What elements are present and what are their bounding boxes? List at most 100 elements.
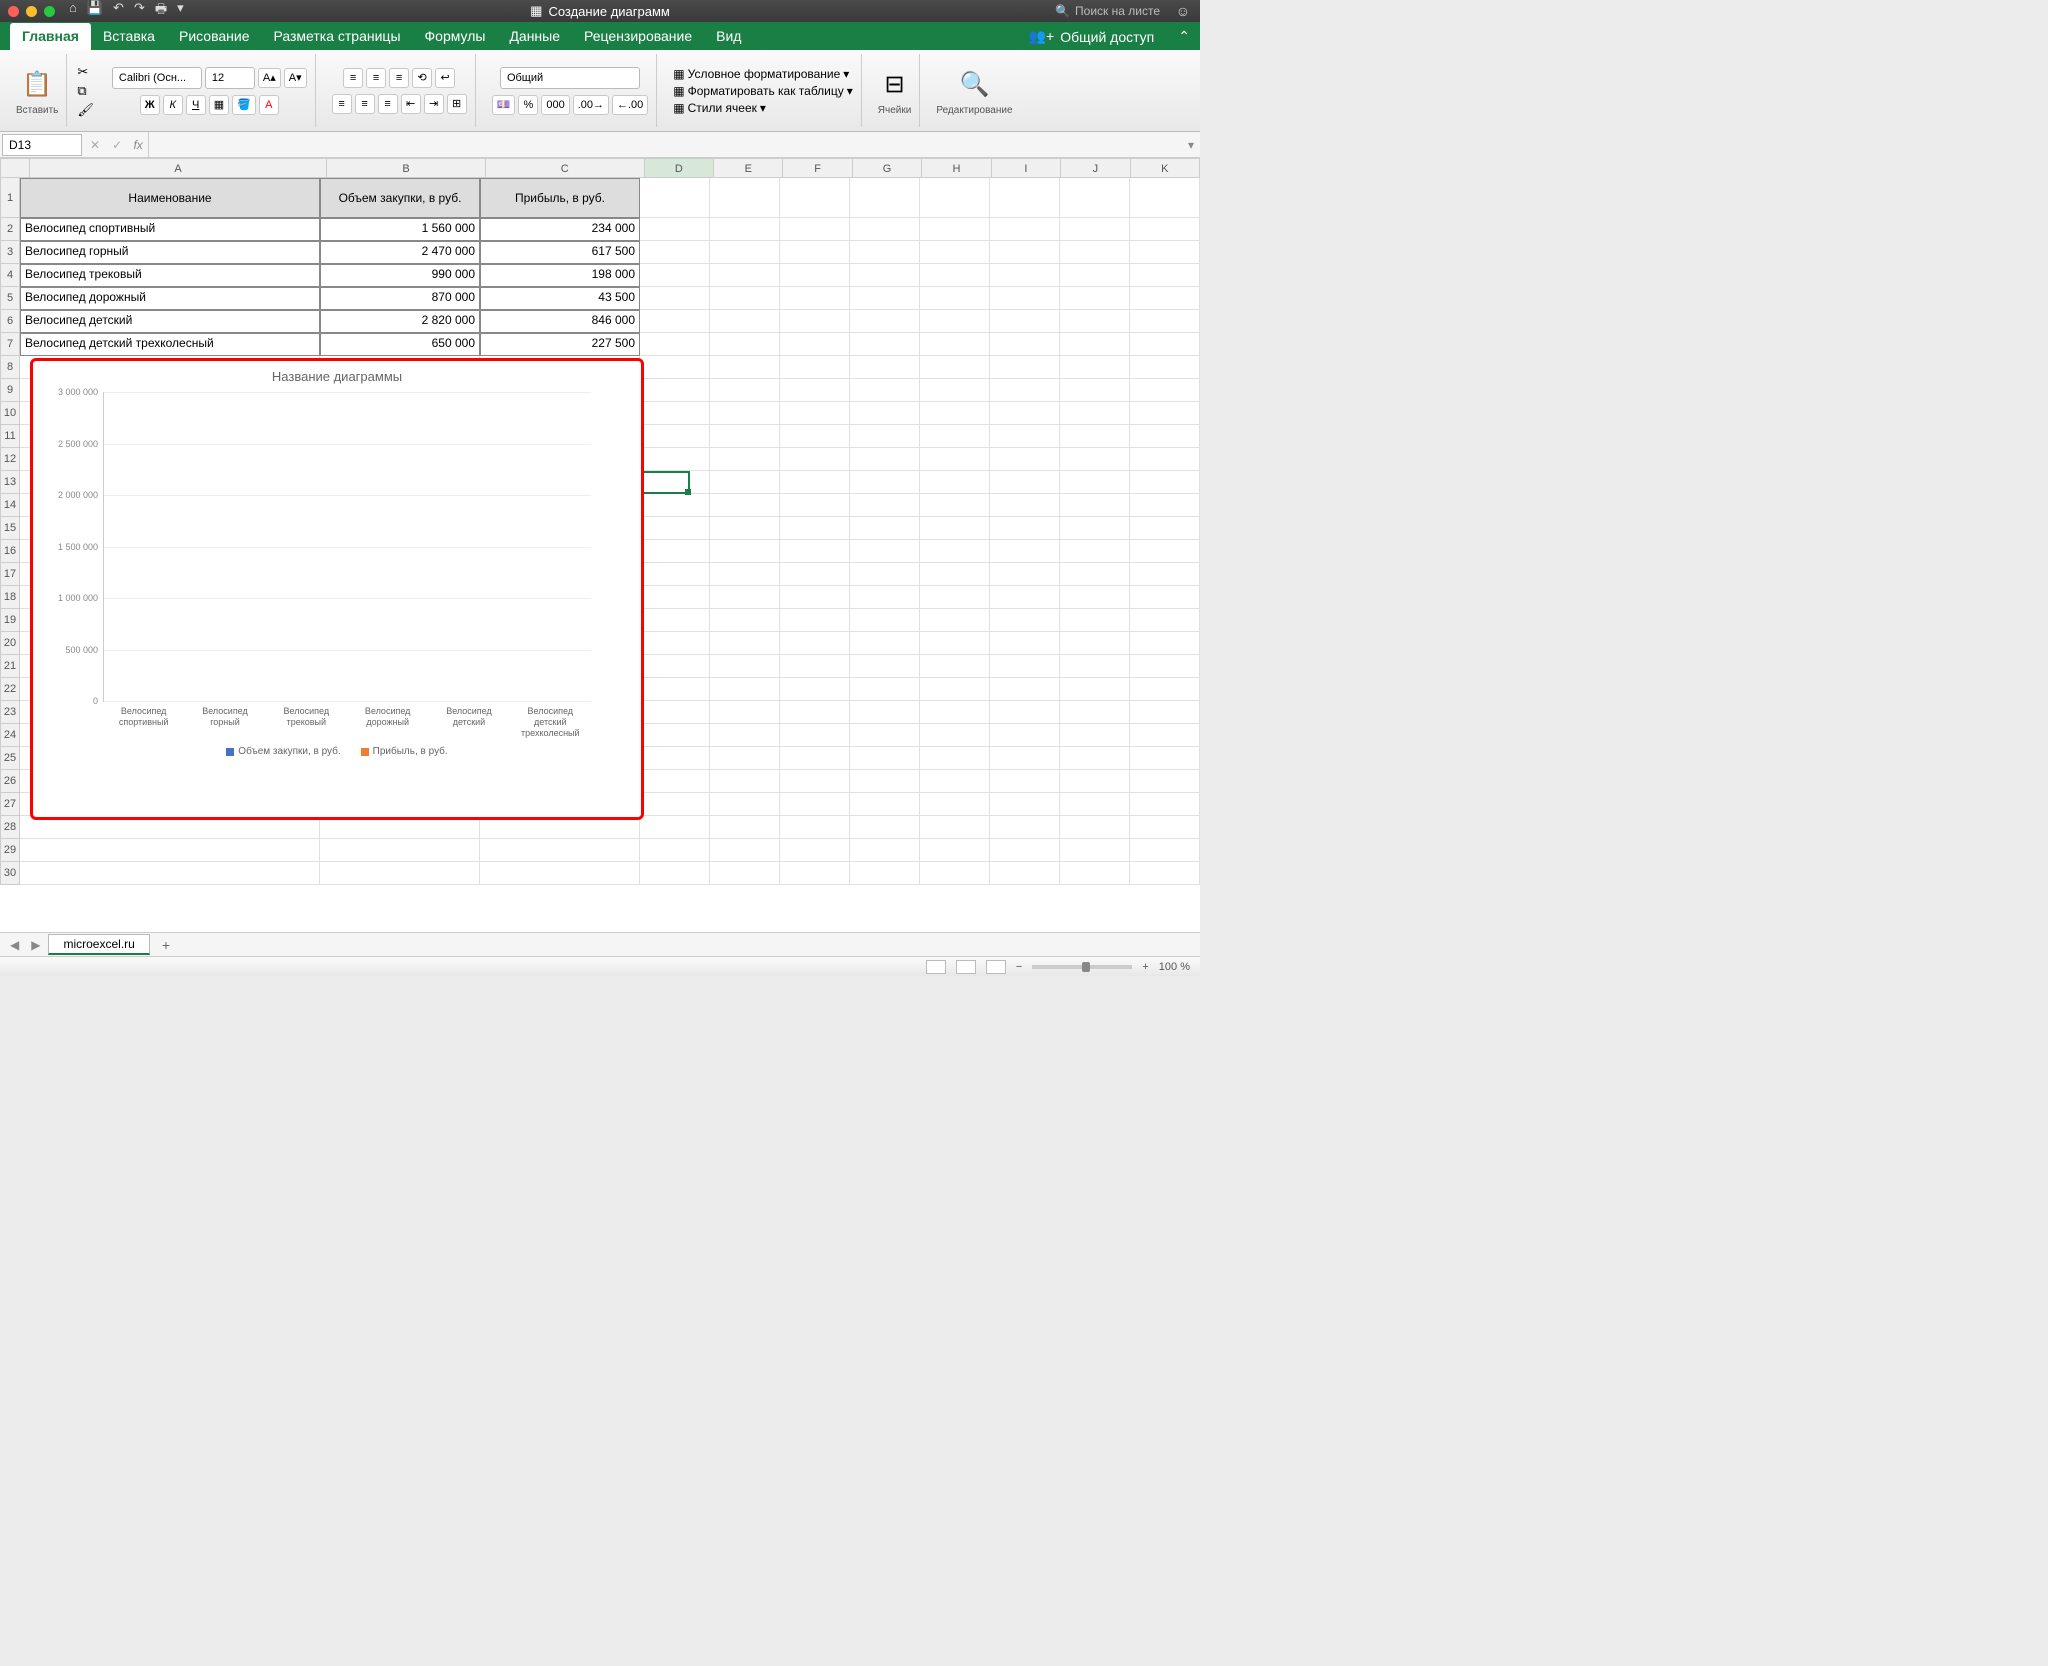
cell[interactable] [850, 178, 920, 218]
cell[interactable] [990, 701, 1060, 724]
row-header[interactable]: 14 [0, 494, 20, 517]
share-button[interactable]: 👥+ Общий доступ [1015, 23, 1169, 50]
cell[interactable] [1060, 517, 1130, 540]
cell[interactable] [640, 724, 710, 747]
cells-button[interactable]: ⊟ [879, 66, 911, 103]
cell[interactable] [1060, 540, 1130, 563]
cell[interactable] [1060, 310, 1130, 333]
format-painter-icon[interactable]: 🖌 [77, 102, 94, 118]
cell[interactable] [1130, 793, 1200, 816]
cell[interactable] [1130, 494, 1200, 517]
row-header[interactable]: 9 [0, 379, 20, 402]
cell[interactable] [990, 287, 1060, 310]
cell[interactable] [1060, 862, 1130, 885]
cell[interactable] [1060, 701, 1130, 724]
cell[interactable]: 198 000 [480, 264, 640, 287]
cell[interactable] [990, 425, 1060, 448]
cell[interactable] [990, 655, 1060, 678]
row-header[interactable]: 24 [0, 724, 20, 747]
cell[interactable] [850, 310, 920, 333]
increase-decimal-icon[interactable]: .00→ [573, 95, 609, 115]
cell[interactable] [990, 402, 1060, 425]
cell[interactable] [780, 494, 850, 517]
cell[interactable] [1060, 471, 1130, 494]
view-page-break-icon[interactable] [986, 960, 1006, 974]
fx-icon[interactable]: fx [128, 138, 148, 152]
cell[interactable] [640, 839, 710, 862]
cell[interactable] [1130, 609, 1200, 632]
cell[interactable] [780, 471, 850, 494]
cell[interactable] [1060, 379, 1130, 402]
cell[interactable] [640, 379, 710, 402]
sheet-tab[interactable]: microexcel.ru [48, 934, 149, 955]
cell[interactable] [990, 747, 1060, 770]
cell[interactable] [780, 517, 850, 540]
cell[interactable] [710, 678, 780, 701]
cell[interactable] [1060, 356, 1130, 379]
cell[interactable] [920, 356, 990, 379]
cell[interactable] [1130, 655, 1200, 678]
cell[interactable] [780, 218, 850, 241]
underline-button[interactable]: Ч [186, 95, 206, 115]
cell[interactable] [780, 586, 850, 609]
cell[interactable] [710, 839, 780, 862]
cell[interactable] [990, 517, 1060, 540]
align-right-icon[interactable]: ≡ [378, 94, 398, 114]
cell[interactable] [710, 402, 780, 425]
cell[interactable] [710, 448, 780, 471]
cell[interactable] [780, 701, 850, 724]
align-left-icon[interactable]: ≡ [332, 94, 352, 114]
row-header[interactable]: 20 [0, 632, 20, 655]
cell[interactable] [710, 793, 780, 816]
align-middle-icon[interactable]: ≡ [366, 68, 386, 88]
row-header[interactable]: 11 [0, 425, 20, 448]
redo-icon[interactable]: ↷ [134, 0, 145, 22]
cell[interactable] [990, 632, 1060, 655]
sheet-nav-next-icon[interactable]: ▶ [27, 938, 44, 952]
cell[interactable] [990, 241, 1060, 264]
cell[interactable] [640, 241, 710, 264]
cell[interactable] [710, 287, 780, 310]
row-header[interactable]: 10 [0, 402, 20, 425]
cell[interactable] [640, 494, 710, 517]
cell[interactable] [920, 678, 990, 701]
align-top-icon[interactable]: ≡ [343, 68, 363, 88]
cell[interactable] [920, 379, 990, 402]
cell[interactable] [1060, 333, 1130, 356]
cell[interactable] [850, 609, 920, 632]
print-icon[interactable]: 🖶 [155, 0, 167, 22]
cell[interactable] [710, 586, 780, 609]
cell[interactable] [850, 218, 920, 241]
cell[interactable] [780, 609, 850, 632]
cell[interactable] [920, 402, 990, 425]
cell[interactable] [640, 655, 710, 678]
cell[interactable] [990, 379, 1060, 402]
row-header[interactable]: 29 [0, 839, 20, 862]
merge-icon[interactable]: ⊞ [447, 94, 467, 114]
cell[interactable] [1130, 178, 1200, 218]
cell[interactable] [710, 241, 780, 264]
currency-icon[interactable]: 💷 [492, 95, 516, 115]
cell[interactable] [850, 816, 920, 839]
cell[interactable] [320, 862, 480, 885]
row-header[interactable]: 5 [0, 287, 20, 310]
cell[interactable] [640, 816, 710, 839]
row-header[interactable]: 13 [0, 471, 20, 494]
cell[interactable] [710, 471, 780, 494]
cell[interactable] [990, 178, 1060, 218]
cell[interactable] [1060, 563, 1130, 586]
cell[interactable] [710, 264, 780, 287]
cell[interactable] [1060, 724, 1130, 747]
cell[interactable] [710, 724, 780, 747]
cell[interactable] [710, 333, 780, 356]
cell[interactable] [920, 609, 990, 632]
cell[interactable] [710, 356, 780, 379]
cell[interactable] [850, 287, 920, 310]
cell[interactable] [990, 586, 1060, 609]
cell[interactable]: 234 000 [480, 218, 640, 241]
cell[interactable] [640, 540, 710, 563]
format-table-button[interactable]: ▦ Форматировать как таблицу ▾ [673, 84, 853, 98]
cut-icon[interactable]: ✂︎ [77, 64, 94, 80]
tab-data[interactable]: Данные [497, 23, 572, 50]
cell[interactable] [920, 770, 990, 793]
